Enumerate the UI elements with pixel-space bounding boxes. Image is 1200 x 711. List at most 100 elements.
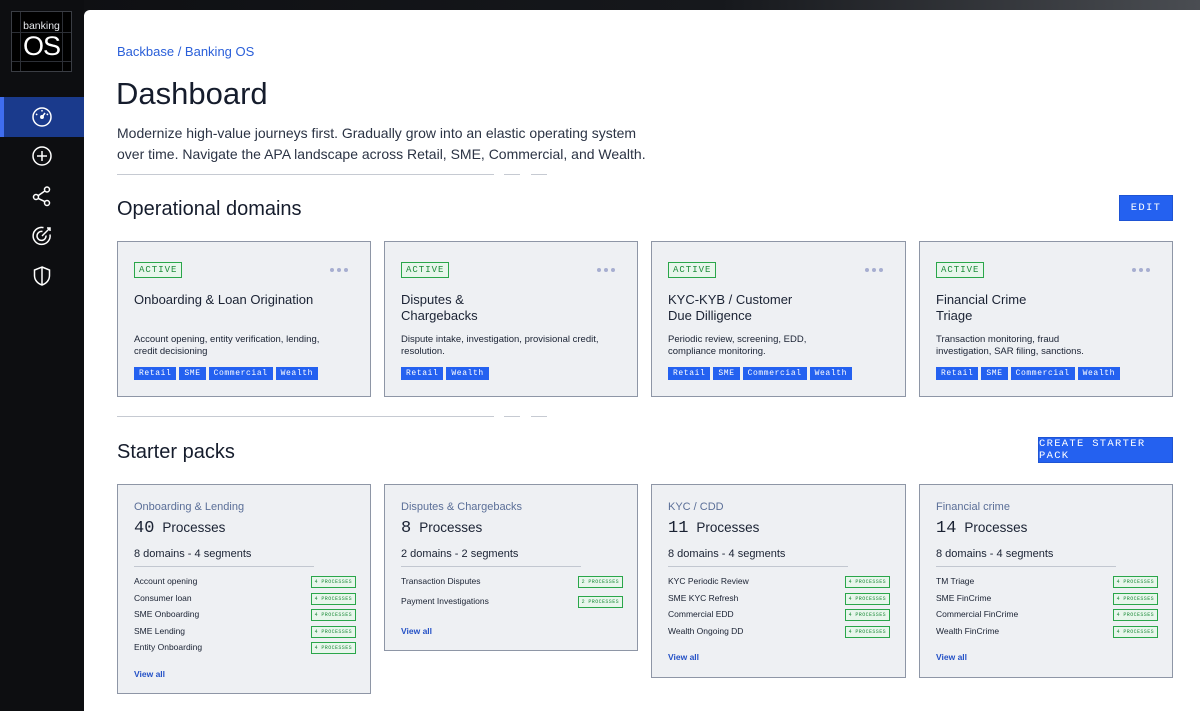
more-options-icon[interactable]: [865, 268, 883, 272]
list-item-label: Wealth FinCrime: [936, 625, 1000, 636]
list-item[interactable]: Wealth Ongoing DD 4 PROCESSES: [668, 625, 890, 643]
domain-card[interactable]: ACTIVE KYC-KYB / Customer Due Dilligence…: [651, 241, 906, 397]
more-options-icon[interactable]: [330, 268, 348, 272]
list-item-label: Commercial EDD: [668, 609, 734, 620]
process-count-label: Processes: [696, 520, 760, 535]
list-item[interactable]: SME Lending 4 PROCESSES: [134, 625, 356, 643]
starter-pack-category: KYC / CDD: [668, 501, 724, 513]
starter-pack-card[interactable]: Onboarding & Lending 40 Processes 8 doma…: [117, 484, 371, 694]
status-badge: ACTIVE: [401, 262, 450, 278]
domain-card-description: Dispute intake, investigation, provision…: [401, 334, 599, 357]
status-badge: ACTIVE: [134, 262, 183, 278]
create-starter-pack-button[interactable]: CREATE STARTER PACK: [1038, 437, 1173, 463]
list-item[interactable]: KYC Periodic Review 4 PROCESSES: [668, 576, 890, 593]
process-badge: 4 PROCESSES: [310, 642, 356, 655]
segment-tags: Retail Wealth: [401, 367, 489, 380]
divider: [668, 566, 848, 567]
divider: [401, 566, 581, 567]
list-item[interactable]: TM Triage 4 PROCESSES: [936, 576, 1158, 593]
process-badge: 4 PROCESSES: [844, 592, 890, 605]
status-badge: ACTIVE: [668, 262, 717, 278]
process-count: 11 Processes: [668, 519, 759, 538]
more-options-icon[interactable]: [597, 268, 615, 272]
starter-packs-title: Starter packs: [117, 441, 235, 463]
list-item-label: Wealth Ongoing DD: [668, 625, 744, 636]
segment-tag[interactable]: Commercial: [742, 367, 807, 380]
domain-card-title: Financial Crime Triage: [936, 292, 1027, 323]
segment-tag[interactable]: Retail: [668, 367, 711, 380]
list-item[interactable]: SME Onboarding 4 PROCESSES: [134, 609, 356, 626]
list-item-label: SME KYC Refresh: [668, 592, 739, 603]
segment-tag[interactable]: SME: [981, 367, 1008, 380]
segment-tag[interactable]: Retail: [134, 367, 177, 380]
domain-card-description: Periodic review, screening, EDD, complia…: [668, 334, 807, 357]
process-count-label: Processes: [964, 520, 1028, 535]
segment-tag[interactable]: SME: [713, 367, 740, 380]
sidebar-item-add[interactable]: [0, 136, 84, 176]
list-item[interactable]: Consumer loan 4 PROCESSES: [134, 592, 356, 610]
segment-tag[interactable]: Commercial: [1010, 367, 1075, 380]
page-title: Dashboard: [116, 76, 268, 111]
segment-tags: Retail SME Commercial Wealth: [936, 367, 1121, 380]
starter-pack-card[interactable]: Financial crime 14 Processes 8 domains -…: [919, 484, 1173, 678]
breadcrumb[interactable]: Backbase / Banking OS: [117, 44, 254, 59]
view-all-link[interactable]: View all: [668, 652, 699, 662]
shield-icon: [33, 266, 51, 286]
sidebar-item-target[interactable]: [0, 216, 84, 256]
starter-pack-meta: 2 domains - 2 segments: [401, 548, 519, 560]
process-badge: 4 PROCESSES: [310, 609, 356, 622]
view-all-link[interactable]: View all: [401, 626, 432, 636]
segment-tag[interactable]: Wealth: [275, 367, 319, 380]
list-item-label: Entity Onboarding: [134, 642, 203, 653]
main-content: Backbase / Banking OS Dashboard Moderniz…: [84, 10, 1200, 711]
starter-pack-card[interactable]: Disputes & Chargebacks 8 Processes 2 dom…: [384, 484, 638, 651]
process-count: 40 Processes: [134, 519, 225, 538]
segment-tag[interactable]: Wealth: [1077, 367, 1121, 380]
sidebar-item-network[interactable]: [0, 176, 84, 216]
list-item-label: Account opening: [134, 576, 198, 586]
list-item-label: Transaction Disputes: [401, 576, 481, 586]
starter-pack-category: Disputes & Chargebacks: [401, 501, 523, 513]
list-item[interactable]: Entity Onboarding 4 PROCESSES: [134, 642, 356, 659]
starter-pack-category: Onboarding & Lending: [134, 501, 245, 513]
edit-button[interactable]: EDIT: [1119, 195, 1173, 221]
list-item[interactable]: Transaction Disputes 2 PROCESSES: [401, 576, 623, 596]
sidebar-item-security[interactable]: [0, 256, 84, 296]
segment-tag[interactable]: Commercial: [208, 367, 273, 380]
process-count-number: 11: [668, 519, 689, 538]
list-item-label: Payment Investigations: [401, 596, 489, 606]
list-item[interactable]: SME KYC Refresh 4 PROCESSES: [668, 592, 890, 610]
list-item[interactable]: SME FinCrime 4 PROCESSES: [936, 592, 1158, 610]
domain-card-title: Disputes & Chargebacks: [401, 292, 478, 323]
banking-os-logo[interactable]: banking OS: [11, 11, 72, 72]
view-all-link[interactable]: View all: [936, 652, 967, 662]
more-options-icon[interactable]: [1132, 268, 1150, 272]
list-item[interactable]: Payment Investigations 2 PROCESSES: [401, 596, 623, 616]
segment-tag[interactable]: Retail: [936, 367, 979, 380]
list-item[interactable]: Commercial EDD 4 PROCESSES: [668, 609, 890, 626]
operational-domains-title: Operational domains: [117, 198, 302, 220]
list-item[interactable]: Wealth FinCrime 4 PROCESSES: [936, 625, 1158, 643]
domain-card-description: Account opening, entity verification, le…: [134, 334, 320, 357]
segment-tag[interactable]: Wealth: [446, 367, 489, 380]
domain-card[interactable]: ACTIVE Disputes & Chargebacks Dispute in…: [384, 241, 638, 397]
process-list: KYC Periodic Review 4 PROCESSES SME KYC R…: [668, 576, 890, 642]
process-count-number: 14: [936, 519, 957, 538]
segment-tag[interactable]: Retail: [401, 367, 444, 380]
process-badge: 4 PROCESSES: [1112, 625, 1158, 638]
process-list: Account opening 4 PROCESSES Consumer loan…: [134, 576, 356, 659]
list-item[interactable]: Account opening 4 PROCESSES: [134, 576, 356, 593]
process-badge: 4 PROCESSES: [1112, 592, 1158, 605]
domain-card-title: KYC-KYB / Customer Due Dilligence: [668, 292, 793, 323]
starter-pack-card[interactable]: KYC / CDD 11 Processes 8 domains - 4 seg…: [651, 484, 906, 678]
segment-tag[interactable]: Wealth: [809, 367, 853, 380]
segment-tag[interactable]: SME: [179, 367, 206, 380]
list-item[interactable]: Commercial FinCrime 4 PROCESSES: [936, 609, 1158, 626]
list-item-label: Consumer loan: [134, 592, 192, 603]
starter-pack-meta: 8 domains - 4 segments: [668, 548, 786, 560]
domain-card[interactable]: ACTIVE Financial Crime Triage Transactio…: [919, 241, 1173, 397]
domain-card[interactable]: ACTIVE Onboarding & Loan Origination Acc…: [117, 241, 371, 397]
sidebar-item-dashboard[interactable]: [0, 97, 84, 137]
sidebar: banking OS: [0, 0, 84, 711]
view-all-link[interactable]: View all: [134, 669, 165, 679]
